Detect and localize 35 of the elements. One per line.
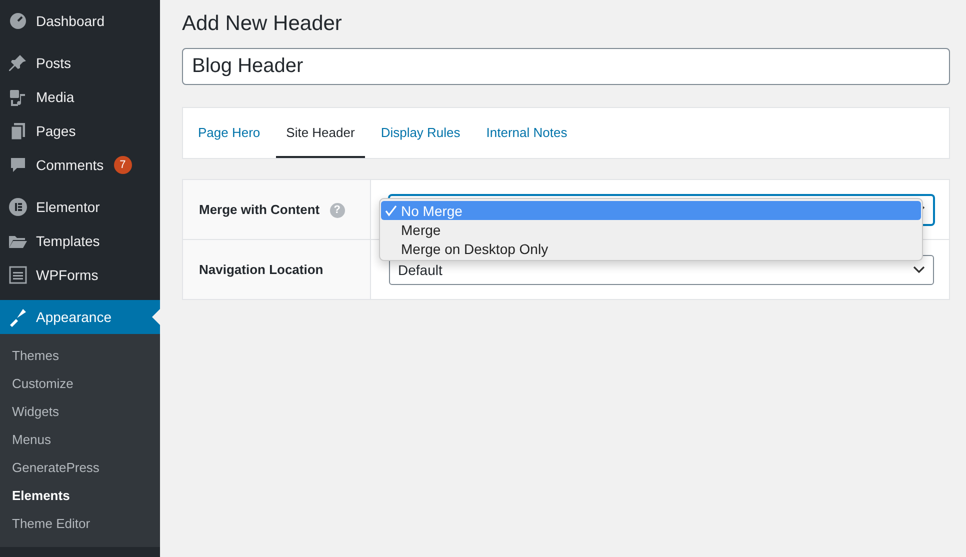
circle-e-icon [8,197,28,217]
submenu-item[interactable]: Elements [0,481,160,509]
menu-item[interactable]: Comments 7 [0,148,160,182]
submenu-item[interactable]: Theme Editor [0,509,160,537]
form-icon [8,265,28,285]
title-field[interactable]: Blog Header [182,48,950,85]
submenu-item[interactable]: Customize [0,369,160,397]
tab[interactable]: Internal Notes [476,108,578,158]
gauge-icon [8,11,28,31]
dropdown-option[interactable]: Merge [381,220,921,239]
tab[interactable]: Display Rules [370,108,470,158]
submenu-item[interactable]: Menus [0,425,160,453]
speech-bubble-icon [8,155,28,175]
menu-item[interactable]: Elementor [0,190,160,224]
chevron-icon [913,266,925,274]
count-badge: 7 [114,156,132,174]
check-icon [385,204,397,216]
setting-label: Merge with Content [199,202,320,218]
tab[interactable]: Page Hero [188,108,270,158]
pin-icon [8,53,28,73]
paintbrush-icon [8,307,28,327]
submenu-item[interactable]: Widgets [0,397,160,425]
menu-item[interactable]: Dashboard [0,4,160,38]
submenu-item[interactable]: Themes [0,341,160,369]
menu-item[interactable]: WPForms [0,258,160,292]
setting-label: Navigation Location [199,262,324,278]
menu-item[interactable]: Media [0,80,160,114]
page-title: Add New Header [182,12,342,36]
menu-item[interactable]: Templates [0,224,160,258]
menu-item[interactable]: Appearance [0,300,160,334]
tab[interactable]: Site Header [276,108,365,158]
menu-item[interactable]: Posts [0,46,160,80]
media-icon [8,87,28,107]
menu-item[interactable]: Pages [0,114,160,148]
submenu-item[interactable]: GeneratePress [0,453,160,481]
